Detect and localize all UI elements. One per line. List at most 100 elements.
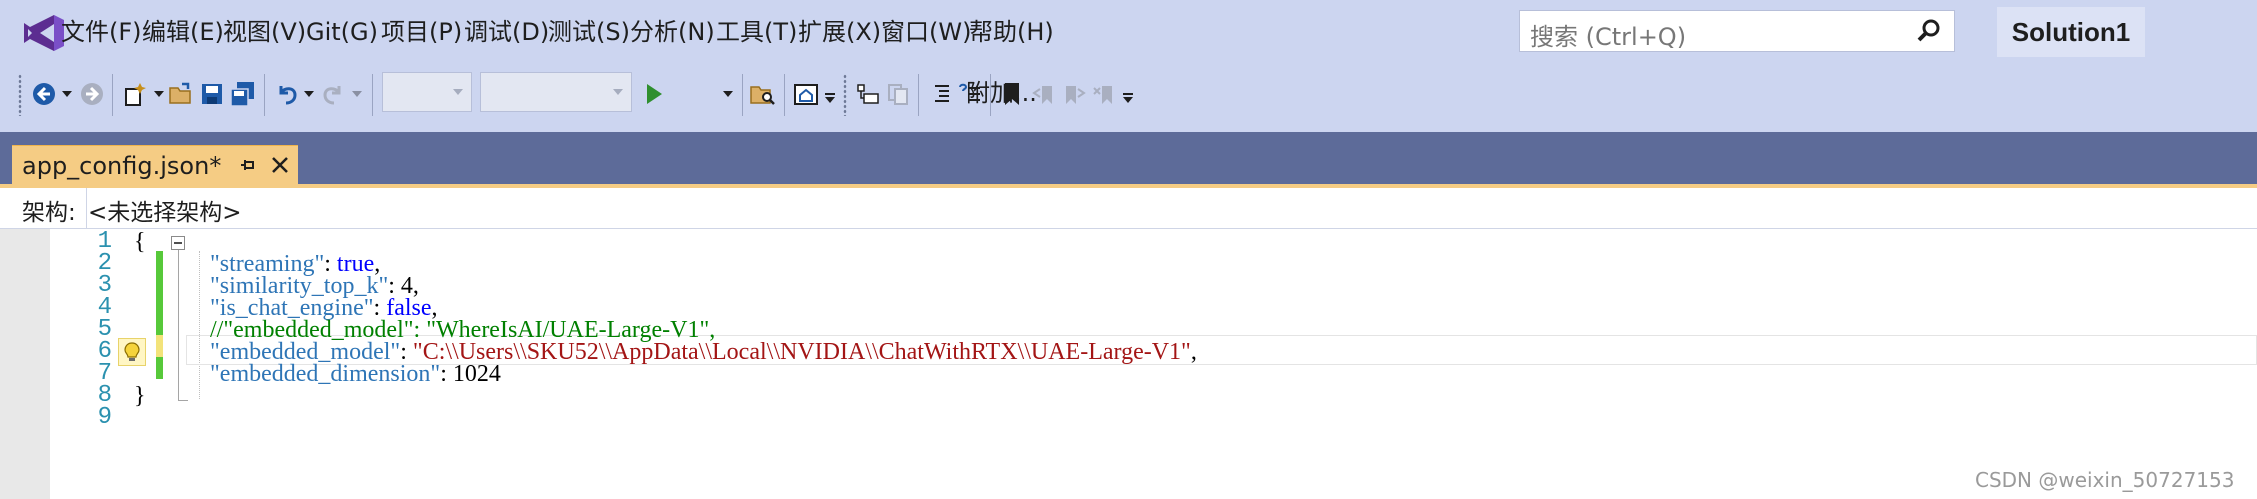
indicator-margin [0,229,50,499]
toolbar-separator [742,74,743,116]
chevron-down-icon [62,91,72,97]
menu-help[interactable]: 帮助(H) [969,16,1054,48]
redo-icon [323,86,341,105]
bookmark-icon [1005,83,1019,105]
tab-title: app_config.json* [22,152,222,180]
line-number: 9 [97,404,112,431]
menu-file[interactable]: 文件(F) [61,16,142,48]
code-token: : 1024 [440,361,501,387]
code-line[interactable]: "embedded_dimension": 1024 [210,358,501,390]
next-bookmark-button[interactable] [1060,74,1088,114]
undo-button[interactable] [272,74,302,114]
start-button[interactable] [640,74,668,114]
close-icon[interactable] [270,155,290,175]
clear-bookmarks-icon [1093,86,1112,104]
back-dropdown-button[interactable] [60,74,74,114]
back-arrow-icon [33,83,55,105]
save-all-button[interactable] [228,74,258,114]
chevron-down-icon [613,89,623,95]
menu-extensions[interactable]: 扩展(X) [798,16,881,48]
undo-icon [279,86,297,105]
lightbulb-quick-actions[interactable] [118,338,146,366]
save-icon [202,84,222,104]
format-document-button[interactable] [926,74,954,114]
chevron-down-icon [304,91,314,97]
attach-dropdown[interactable] [720,74,736,114]
code-line[interactable]: } [134,380,146,412]
architecture-label: 架构: [22,200,76,226]
chevron-down-icon [154,91,164,97]
comment-selection-button[interactable] [956,74,984,114]
toolbar-separator [918,74,919,116]
toolbar-separator [372,74,373,116]
toolbar-overflow-dropdown[interactable] [824,78,836,118]
change-tracking-saved [156,251,163,335]
new-project-icon [125,83,146,106]
code-token: { [134,229,146,255]
architecture-dropdown[interactable]: <未选择架构> [88,193,242,227]
document-well [0,132,2257,186]
chevron-down-icon [1123,93,1133,103]
new-project-button[interactable] [120,74,150,114]
code-line[interactable]: { [134,226,146,258]
visual-studio-logo-icon[interactable] [22,13,66,53]
previous-bookmark-icon [1032,86,1052,104]
outline-icon [857,84,879,104]
undo-dropdown[interactable] [302,74,316,114]
indent-guide [199,251,200,399]
solution-platforms-combo[interactable] [480,72,632,112]
forward-arrow-icon [81,83,103,105]
navigation-bar: 架构: <未选择架构> [0,188,2257,229]
find-in-files-button[interactable] [748,74,778,114]
toolbar-overflow-dropdown[interactable] [1122,78,1134,118]
next-bookmark-icon [1066,86,1086,104]
comment-lines-icon [959,83,980,101]
new-project-dropdown[interactable] [152,74,166,114]
chevron-down-icon [723,91,733,97]
toolbar-grip[interactable] [18,74,22,116]
solution-name[interactable]: Solution1 [1997,7,2145,57]
menu-debug[interactable]: 调试(D) [464,16,549,48]
indent-lines-icon [935,85,949,102]
toolbar-separator [264,74,265,116]
navigate-forward-button[interactable] [78,74,106,114]
code-token: "C:\\Users\\SKU52\\AppData\\Local\\NVIDI… [412,339,1191,365]
save-all-icon [230,82,254,107]
copy-button[interactable] [884,74,912,114]
collapse-toggle[interactable] [171,236,185,250]
solution-configurations-combo[interactable] [382,72,472,112]
code-editor[interactable]: 1 2 3 4 5 6 7 8 9 {"streaming": true, "si… [0,226,2257,499]
toolbar-separator [784,74,785,116]
toolbar-separator [990,74,991,116]
open-folder-icon [169,82,191,104]
menu-view[interactable]: 视图(V) [223,16,306,48]
menu-tools[interactable]: 工具(T) [716,16,797,48]
redo-button[interactable] [318,74,348,114]
code-token: , [1190,339,1197,365]
search-icon [1917,19,1940,42]
toggle-bookmark-button[interactable] [998,74,1026,114]
standard-toolbar: 附加... [0,64,2257,132]
clear-bookmarks-button[interactable] [1090,74,1118,114]
navbar-divider [86,188,87,228]
open-file-button[interactable] [166,74,196,114]
previous-bookmark-button[interactable] [1030,74,1058,114]
menu-window[interactable]: 窗口(W) [881,16,971,48]
menu-test[interactable]: 测试(S) [548,16,630,48]
pin-icon[interactable] [240,155,256,175]
menu-bar: 文件(F) 编辑(E) 视图(V) Git(G) 项目(P) 调试(D) 测试(… [0,0,2257,64]
menu-edit[interactable]: 编辑(E) [142,16,224,48]
save-button[interactable] [198,74,226,114]
toolbar-separator [112,74,113,116]
menu-analyze[interactable]: 分析(N) [630,16,715,48]
navigate-back-button[interactable] [30,74,58,114]
tab-app-config-json[interactable]: app_config.json* [12,145,298,186]
home-button[interactable] [792,74,820,114]
show-all-files-button[interactable] [854,74,882,114]
menu-git[interactable]: Git(G) [306,16,378,48]
redo-dropdown[interactable] [350,74,364,114]
outline-line [178,250,179,400]
search-input[interactable]: 搜索 (Ctrl+Q) [1519,10,1955,52]
menu-project[interactable]: 项目(P) [381,16,462,48]
toolbar-grip[interactable] [843,74,847,116]
